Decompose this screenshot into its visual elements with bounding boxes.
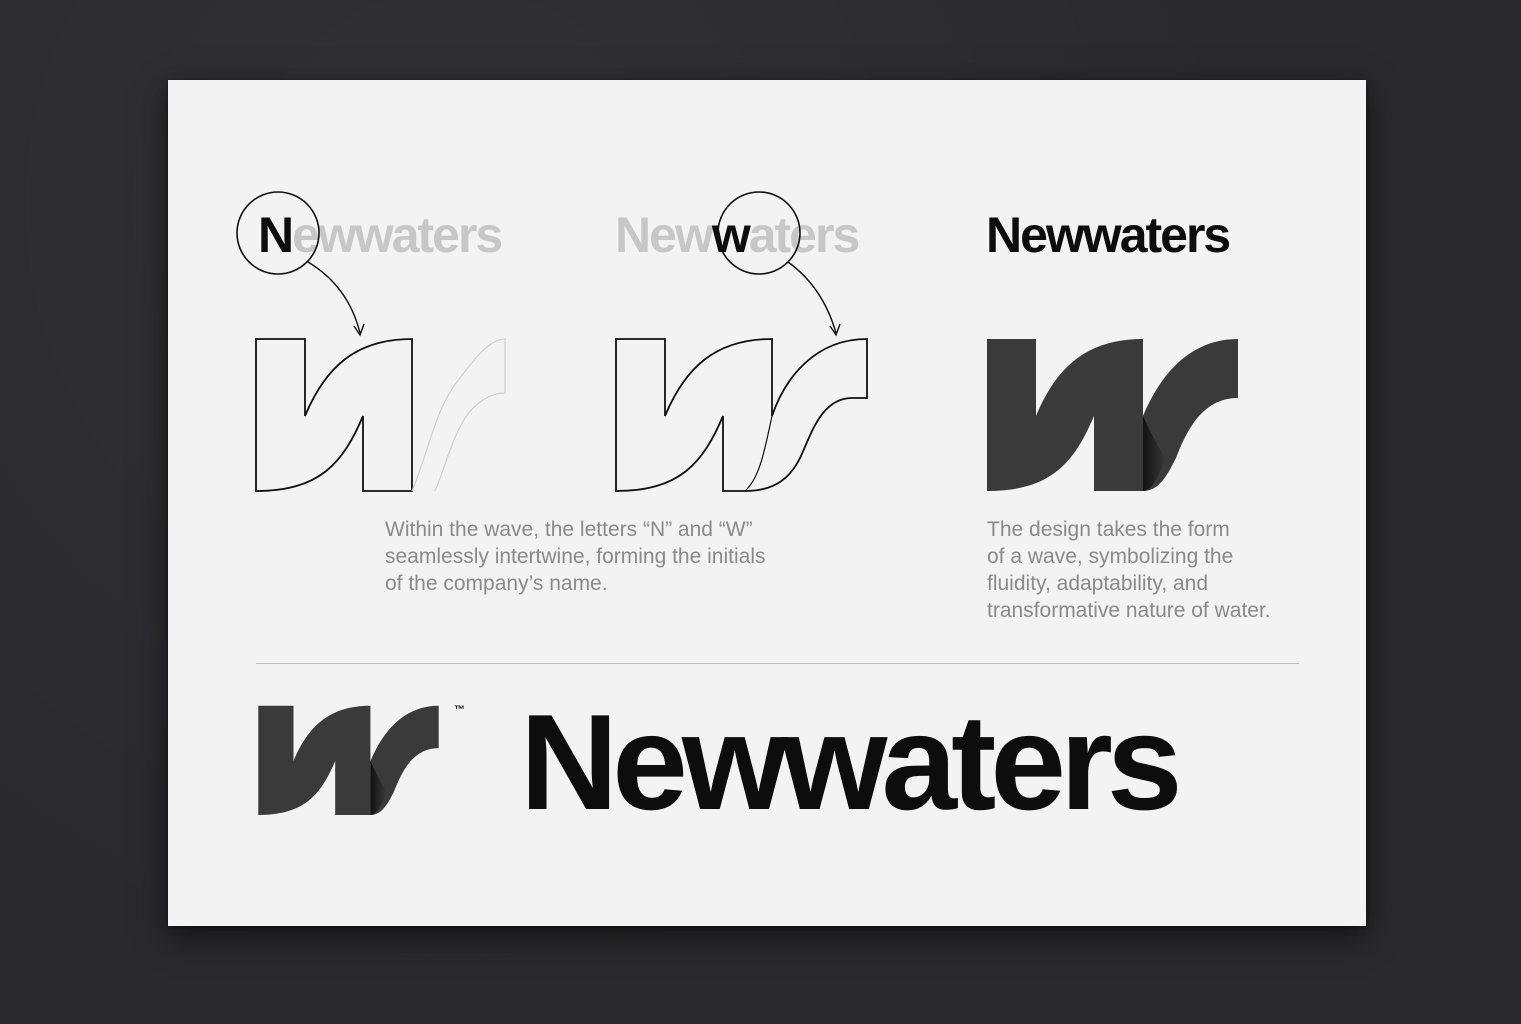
- brand-sheet-card: Newwaters Newwaters Newwaters Within the…: [168, 80, 1366, 926]
- final-logo-mark: [258, 705, 439, 815]
- caption-right-line-3: fluidity, adaptability, and: [987, 572, 1209, 595]
- panel-2-callout-circle: [717, 191, 801, 275]
- trademark-symbol: ™: [454, 704, 465, 716]
- w-inner-curve: [744, 415, 773, 492]
- n-letter-outline: [255, 338, 413, 492]
- section-divider: [256, 663, 1299, 664]
- w-letter-outline: [615, 338, 868, 492]
- panel-3-filled-mark: [987, 339, 1238, 491]
- caption-left-line-1: Within the wave, the letters “N” and “W”: [385, 518, 753, 541]
- panel-2-outline-mark: [615, 338, 868, 492]
- caption-left-line-3: of the company’s name.: [385, 572, 608, 595]
- panel-1-arrow: [307, 261, 361, 334]
- final-wordmark: Newwaters: [520, 686, 1183, 838]
- caption-left-line-2: seamlessly intertwine, forming the initi…: [385, 545, 766, 568]
- caption-right-line-4: transformative nature of water.: [987, 599, 1271, 622]
- caption-intertwine: Within the wave, the letters “N” and “W”…: [385, 516, 765, 597]
- panel-1-outline-mark: [255, 338, 506, 492]
- caption-wave: The design takes the form of a wave, sym…: [987, 516, 1271, 624]
- panel-1-callout-circle: [236, 191, 320, 275]
- panel-2-arrow: [787, 261, 837, 334]
- caption-right-line-2: of a wave, symbolizing the: [987, 545, 1234, 568]
- caption-right-line-1: The design takes the form: [987, 518, 1230, 541]
- w-letter-faint-outline: [411, 338, 506, 492]
